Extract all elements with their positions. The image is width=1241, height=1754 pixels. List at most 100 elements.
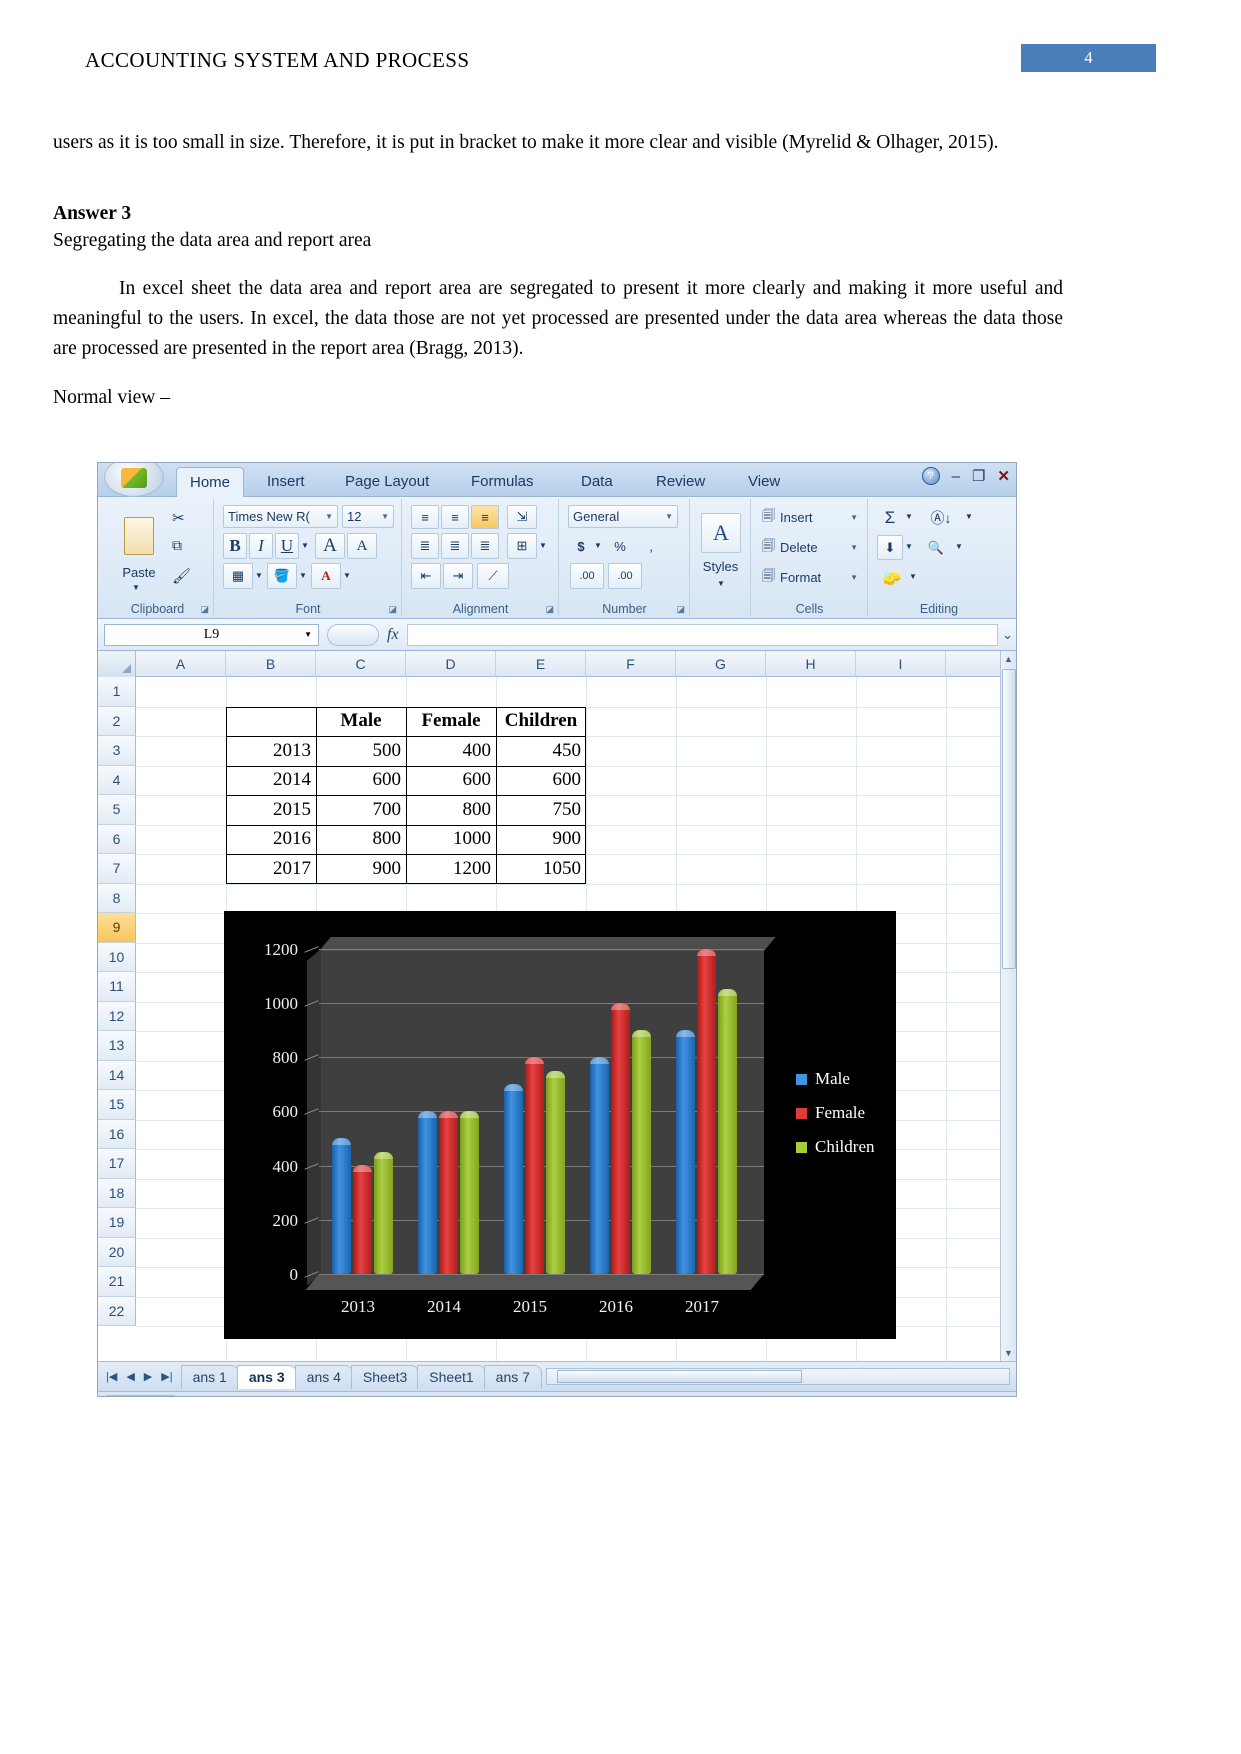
font-color-caret-icon[interactable]: ▼ (343, 571, 351, 580)
clear-icon[interactable]: 🧽 (877, 565, 907, 590)
styles-caret-icon[interactable]: ▼ (717, 579, 725, 588)
decrease-decimal-icon[interactable]: .00 (608, 563, 642, 589)
column-header-d[interactable]: D (406, 651, 496, 677)
cell-styles-icon[interactable]: A (701, 513, 741, 553)
first-sheet-icon[interactable]: |◀ (106, 1370, 117, 1383)
tab-data[interactable]: Data (568, 467, 626, 497)
formula-input[interactable] (406, 623, 998, 646)
column-header-f[interactable]: F (586, 651, 676, 677)
row-header-13[interactable]: 13 (98, 1031, 136, 1061)
normal-view-icon[interactable]: ▦ (679, 1397, 701, 1398)
row-header-8[interactable]: 8 (98, 883, 136, 913)
row-header-4[interactable]: 4 (98, 765, 136, 795)
vertical-scrollbar[interactable]: ▲ ▼ (1000, 651, 1016, 1361)
page-layout-view-icon[interactable]: ▣ (704, 1397, 726, 1398)
table-row[interactable]: 800 (316, 825, 406, 855)
sheet-tab-ans-1[interactable]: ans 1 (180, 1364, 239, 1389)
table-row[interactable]: 2015 (226, 795, 316, 825)
row-header-3[interactable]: 3 (98, 736, 136, 766)
table-row[interactable]: 2013 (226, 736, 316, 766)
comma-style-icon[interactable]: , (640, 533, 662, 559)
sheet-tab-ans-4[interactable]: ans 4 (294, 1364, 353, 1389)
insert-cells-button[interactable]: 🗐 Insert ▼ (758, 505, 862, 530)
orientation-icon[interactable]: ⟋ (477, 563, 509, 589)
autosum-caret-icon[interactable]: ▼ (905, 512, 913, 521)
tab-page-layout[interactable]: Page Layout (332, 467, 442, 497)
increase-decimal-icon[interactable]: .00 (570, 563, 604, 589)
select-all-corner[interactable] (98, 651, 136, 677)
alignment-dialog-launcher-icon[interactable]: ◪ (545, 604, 554, 615)
bold-button[interactable]: B (223, 533, 247, 559)
table-row[interactable]: 400 (406, 736, 496, 766)
table-row[interactable]: 500 (316, 736, 406, 766)
row-header-12[interactable]: 12 (98, 1001, 136, 1031)
row-header-14[interactable]: 14 (98, 1060, 136, 1090)
scroll-down-icon[interactable]: ▼ (1004, 1348, 1013, 1358)
table-row[interactable]: 700 (316, 795, 406, 825)
borders-icon[interactable]: ▦ (223, 563, 253, 589)
align-top-icon[interactable]: ≡ (411, 505, 439, 529)
clipboard-dialog-launcher-icon[interactable]: ◪ (200, 604, 209, 615)
sheet-tab-sheet1[interactable]: Sheet1 (417, 1364, 486, 1389)
paste-label[interactable]: Paste (116, 565, 162, 580)
row-header-19[interactable]: 19 (98, 1208, 136, 1238)
number-dialog-launcher-icon[interactable]: ◪ (676, 604, 685, 615)
align-right-icon[interactable]: ≣ (471, 533, 499, 559)
align-middle-icon[interactable]: ≡ (441, 505, 469, 529)
name-box-caret-icon[interactable]: ▼ (304, 630, 312, 639)
font-color-icon[interactable]: A (311, 563, 341, 589)
column-header-g[interactable]: G (676, 651, 766, 677)
copy-icon[interactable]: ⧉ (172, 537, 182, 554)
row-header-5[interactable]: 5 (98, 795, 136, 825)
paste-icon[interactable] (116, 507, 162, 565)
find-select-icon[interactable]: 🔍 (921, 535, 951, 560)
tab-home[interactable]: Home (176, 467, 245, 497)
column-header-j[interactable] (946, 651, 1002, 677)
table-row[interactable]: 900 (496, 825, 586, 855)
row-header-17[interactable]: 17 (98, 1149, 136, 1179)
row-header-15[interactable]: 15 (98, 1090, 136, 1120)
currency-icon[interactable]: $ (570, 533, 592, 559)
increase-indent-icon[interactable]: ⇥ (443, 563, 473, 589)
cut-icon[interactable]: ✂ (172, 509, 185, 527)
tab-formulas[interactable]: Formulas (458, 467, 547, 497)
row-header-20[interactable]: 20 (98, 1237, 136, 1267)
table-row[interactable]: 2017 (226, 854, 316, 884)
underline-caret-icon[interactable]: ▼ (301, 541, 309, 550)
tab-view[interactable]: View (735, 467, 793, 497)
function-icon[interactable]: fx (387, 626, 399, 644)
next-sheet-icon[interactable]: ▶ (144, 1370, 152, 1383)
delete-cells-button[interactable]: 🗐 Delete ▼ (758, 535, 862, 560)
office-button-icon[interactable] (104, 463, 164, 497)
column-header-h[interactable]: H (766, 651, 856, 677)
font-dialog-launcher-icon[interactable]: ◪ (388, 604, 397, 615)
restore-icon[interactable]: ❐ (972, 467, 985, 485)
table-row[interactable]: 600 (406, 766, 496, 796)
table-row[interactable]: 2016 (226, 825, 316, 855)
last-sheet-icon[interactable]: ▶| (161, 1370, 172, 1383)
close-icon[interactable]: ✕ (997, 467, 1010, 485)
formula-toggle-icon[interactable] (327, 623, 379, 646)
horizontal-scroll-thumb[interactable] (556, 1370, 802, 1383)
table-row[interactable]: 1200 (406, 854, 496, 884)
clear-caret-icon[interactable]: ▼ (909, 572, 917, 581)
table-row[interactable]: 800 (406, 795, 496, 825)
help-icon[interactable]: ? (921, 467, 940, 485)
currency-caret-icon[interactable]: ▼ (594, 541, 602, 550)
table-row[interactable]: 750 (496, 795, 586, 825)
align-bottom-icon[interactable]: ≡ (471, 505, 499, 529)
column-header-c[interactable]: C (316, 651, 406, 677)
minimize-icon[interactable]: – (952, 468, 960, 485)
column-header-b[interactable]: B (226, 651, 316, 677)
vertical-scroll-thumb[interactable] (1002, 669, 1016, 969)
row-header-2[interactable]: 2 (98, 706, 136, 736)
align-left-icon[interactable]: ≣ (411, 533, 439, 559)
table-row[interactable]: 600 (496, 766, 586, 796)
find-caret-icon[interactable]: ▼ (955, 542, 963, 551)
table-row[interactable]: 600 (316, 766, 406, 796)
sort-filter-caret-icon[interactable]: ▼ (965, 512, 973, 521)
scroll-up-icon[interactable]: ▲ (1004, 654, 1013, 664)
row-header-1[interactable]: 1 (98, 677, 136, 707)
column-header-i[interactable]: I (856, 651, 946, 677)
table-header-children[interactable]: Children (496, 707, 586, 737)
